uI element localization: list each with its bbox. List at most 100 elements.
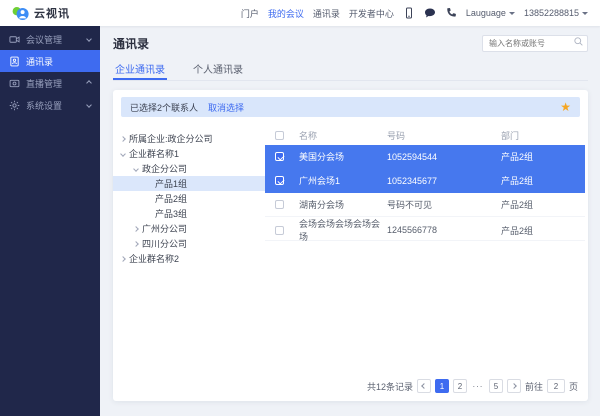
cell-dept: 产品2组 xyxy=(501,224,585,237)
tree-item[interactable]: 政企分公司 xyxy=(113,161,265,176)
phone-icon[interactable] xyxy=(445,7,457,19)
sidebar: 会议管理 通讯录 直播管理 系统设置 xyxy=(0,26,100,416)
selection-banner: 已选择2个联系人 取消选择 ★ xyxy=(121,97,580,117)
card-body: 所属企业:政企分公司 企业群名称1 政企分公司 产品1组 产品2组 产品3组 广… xyxy=(113,125,588,371)
app-logo[interactable]: 云视讯 xyxy=(12,5,70,21)
row-checkbox[interactable] xyxy=(275,176,284,185)
goto-page-input[interactable] xyxy=(547,379,565,393)
column-header-name: 名称 xyxy=(299,129,387,142)
sidebar-item-live[interactable]: 直播管理 xyxy=(0,72,100,94)
chevron-right-icon xyxy=(133,226,139,232)
page-ellipsis[interactable]: ··· xyxy=(471,379,485,393)
column-header-number: 号码 xyxy=(387,129,501,142)
next-page-button[interactable] xyxy=(507,379,521,393)
contacts-icon xyxy=(9,56,20,67)
language-dropdown[interactable]: Lauguage xyxy=(466,8,515,18)
top-nav: 门户我的会议通讯录开发者中心 Lauguage 13852288815 xyxy=(241,7,588,20)
account-number: 13852288815 xyxy=(524,8,579,18)
cell-number: 1052345677 xyxy=(387,176,501,186)
table-row[interactable]: 美国分会场 1052594544 产品2组 xyxy=(265,145,585,169)
page-button[interactable]: 5 xyxy=(489,379,503,393)
row-checkbox[interactable] xyxy=(275,152,284,161)
chevron-down-icon xyxy=(133,166,139,172)
chevron-right-icon xyxy=(133,241,139,247)
sidebar-item-label: 系统设置 xyxy=(26,99,62,112)
live-icon xyxy=(9,78,20,89)
cell-number: 1245566778 xyxy=(387,225,501,235)
search-icon[interactable] xyxy=(573,36,584,47)
table-row[interactable]: 湖南分会场 号码不可见 产品2组 xyxy=(265,193,585,217)
top-nav-item[interactable]: 我的会议 xyxy=(268,7,304,20)
tree-item[interactable]: 产品2组 xyxy=(113,191,265,206)
top-nav-item[interactable]: 通讯录 xyxy=(313,7,340,20)
tree-item-label: 四川分公司 xyxy=(142,237,187,250)
org-tree: 所属企业:政企分公司 企业群名称1 政企分公司 产品1组 产品2组 产品3组 广… xyxy=(113,125,265,371)
cell-name: 广州会场1 xyxy=(299,174,387,187)
search-box xyxy=(482,33,588,50)
tree-item-label: 广州分公司 xyxy=(142,222,187,235)
table-row[interactable]: 广州会场1 1052345677 产品2组 xyxy=(265,169,585,193)
top-nav-item[interactable]: 门户 xyxy=(241,7,259,20)
page-button[interactable]: 1 xyxy=(435,379,449,393)
logo-text: 云视讯 xyxy=(34,5,70,21)
cell-name: 会场会场会场会场会场 xyxy=(299,217,387,243)
table-header: 名称 号码 部门 xyxy=(265,125,585,145)
top-header-icons xyxy=(403,7,457,19)
row-checkbox[interactable] xyxy=(275,200,284,209)
sidebar-item-label: 直播管理 xyxy=(26,77,62,90)
page-title: 通讯录 xyxy=(113,35,149,52)
tree-item-label: 所属企业:政企分公司 xyxy=(129,132,213,145)
language-label: Lauguage xyxy=(466,8,506,18)
sidebar-item-label: 会议管理 xyxy=(26,33,62,46)
tree-item[interactable]: 产品3组 xyxy=(113,206,265,221)
chevron-right-icon xyxy=(511,383,517,389)
prev-page-button[interactable] xyxy=(417,379,431,393)
main-content: 通讯录 企业通讯录 个人通讯录 已选择2个联系人 取消选择 ★ 所属企业:政企分公… xyxy=(100,26,600,416)
tab[interactable]: 个人通讯录 xyxy=(191,61,245,80)
table-row[interactable]: 会场会场会场会场会场 1245566778 产品2组 xyxy=(265,217,585,241)
top-nav-items: 门户我的会议通讯录开发者中心 xyxy=(241,7,394,20)
chevron-down-icon xyxy=(86,102,92,108)
caret-down-icon xyxy=(582,12,588,15)
tree-item[interactable]: 企业群名称1 xyxy=(113,146,265,161)
top-header: 云视讯 门户我的会议通讯录开发者中心 Lauguage 13852288815 xyxy=(0,0,600,26)
logo-icon xyxy=(12,6,29,21)
star-icon[interactable]: ★ xyxy=(560,101,571,113)
tree-item-label: 政企分公司 xyxy=(142,162,187,175)
tree-item-label: 企业群名称2 xyxy=(129,252,179,265)
tree-item[interactable]: 四川分公司 xyxy=(113,236,265,251)
cell-number: 1052594544 xyxy=(387,152,501,162)
top-nav-item[interactable]: 开发者中心 xyxy=(349,7,394,20)
tree-item-label: 产品2组 xyxy=(155,192,187,205)
contacts-table: 名称 号码 部门 美国分会场 1052594544 产品2组 广州会场1 105… xyxy=(265,125,585,371)
cell-number: 号码不可见 xyxy=(387,198,501,211)
table-body: 美国分会场 1052594544 产品2组 广州会场1 1052345677 产… xyxy=(265,145,585,241)
sidebar-item-contacts[interactable]: 通讯录 xyxy=(0,50,100,72)
cancel-selection-link[interactable]: 取消选择 xyxy=(208,101,244,114)
chevron-up-icon xyxy=(86,80,92,86)
content-card: 已选择2个联系人 取消选择 ★ 所属企业:政企分公司 企业群名称1 政企分公司 … xyxy=(113,90,588,401)
tab[interactable]: 企业通讯录 xyxy=(113,61,167,80)
chat-icon[interactable] xyxy=(424,7,436,19)
cell-dept: 产品2组 xyxy=(501,150,585,163)
sidebar-item-video[interactable]: 会议管理 xyxy=(0,28,100,50)
gear-icon xyxy=(9,100,20,111)
cell-name: 湖南分会场 xyxy=(299,198,387,211)
row-checkbox[interactable] xyxy=(275,226,284,235)
tree-item-label: 企业群名称1 xyxy=(129,147,179,160)
select-all-checkbox[interactable] xyxy=(275,131,284,140)
sidebar-item-gear[interactable]: 系统设置 xyxy=(0,94,100,116)
tree-item[interactable]: 产品1组 xyxy=(113,176,265,191)
tree-item[interactable]: 广州分公司 xyxy=(113,221,265,236)
column-header-dept: 部门 xyxy=(501,129,585,142)
tree-item[interactable]: 所属企业:政企分公司 xyxy=(113,131,265,146)
page-button[interactable]: 2 xyxy=(453,379,467,393)
video-icon xyxy=(9,34,20,45)
tree-item[interactable]: 企业群名称2 xyxy=(113,251,265,266)
chevron-left-icon xyxy=(421,383,427,389)
chevron-down-icon xyxy=(120,151,126,157)
account-dropdown[interactable]: 13852288815 xyxy=(524,8,588,18)
app-window: 云视讯 门户我的会议通讯录开发者中心 Lauguage 13852288815 … xyxy=(0,0,600,416)
mobile-icon[interactable] xyxy=(403,7,415,19)
caret-down-icon xyxy=(509,12,515,15)
